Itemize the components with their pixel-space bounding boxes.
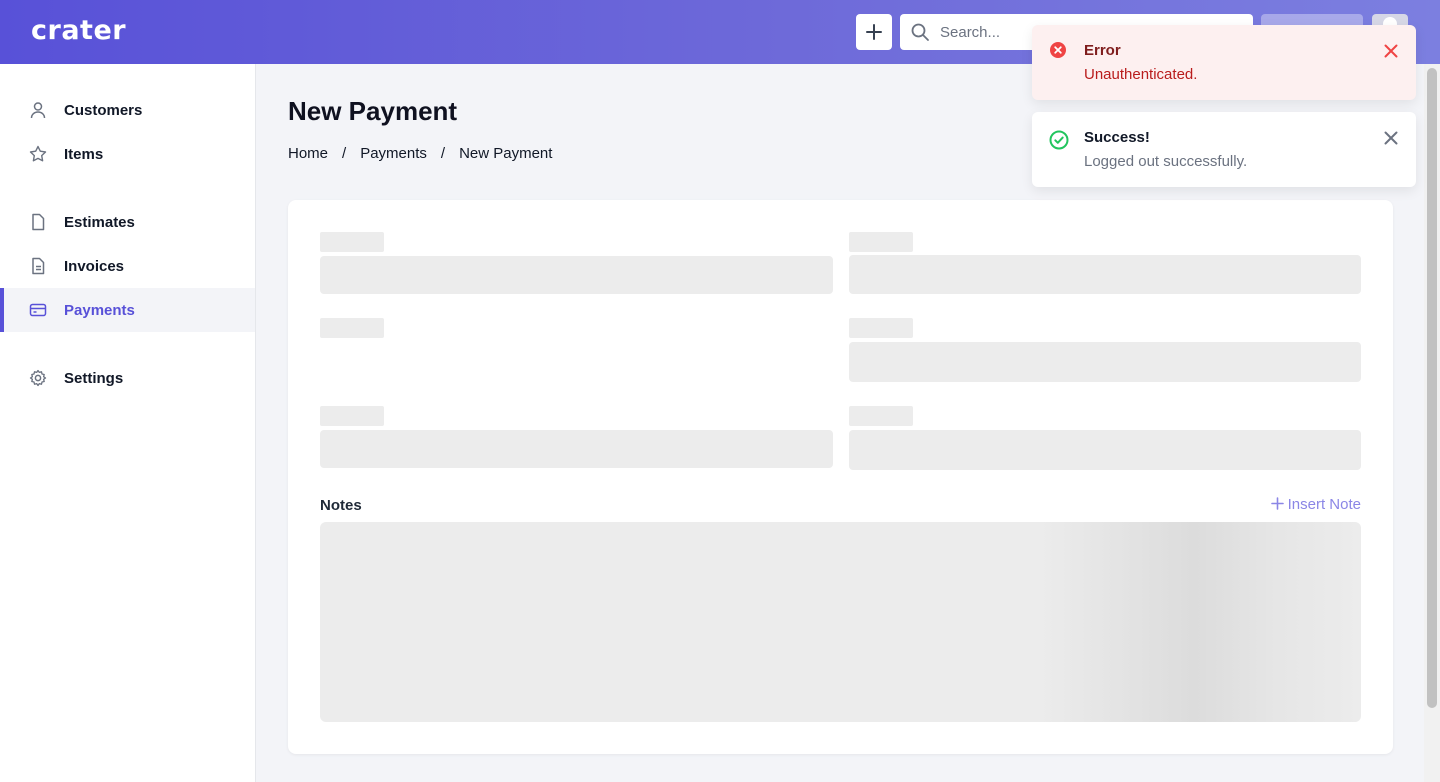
plus-icon <box>866 24 882 40</box>
sidebar-item-label: Customers <box>64 101 143 119</box>
scrollbar-thumb[interactable] <box>1427 68 1437 708</box>
toast-message: Logged out successfully. <box>1084 153 1248 170</box>
quick-add-button[interactable] <box>856 14 892 50</box>
skeleton-field <box>849 430 1361 470</box>
skeleton-label <box>849 232 913 252</box>
skeleton-label <box>320 318 384 338</box>
credit-card-icon <box>29 301 47 319</box>
document-text-icon <box>29 257 47 275</box>
breadcrumb-separator: / <box>440 145 446 162</box>
skeleton-label <box>320 232 384 252</box>
crater-logo[interactable]: crater <box>31 15 126 46</box>
user-icon <box>29 101 47 119</box>
document-icon <box>29 213 47 231</box>
search-icon <box>911 23 929 41</box>
toast-title: Error <box>1084 42 1121 59</box>
breadcrumb-separator: / <box>342 145 347 162</box>
gear-icon <box>29 369 47 387</box>
plus-icon <box>1270 494 1284 514</box>
sidebar: Customers Items Estimates Invoices Payme… <box>0 64 256 782</box>
check-circle-icon <box>1049 130 1069 155</box>
breadcrumb-payments[interactable]: Payments <box>360 145 427 162</box>
notes-editor-skeleton <box>320 522 1361 722</box>
success-toast: Success! Logged out successfully. <box>1032 112 1416 187</box>
skeleton-label <box>320 406 384 426</box>
skeleton-label <box>849 318 913 338</box>
sidebar-item-invoices[interactable]: Invoices <box>0 244 255 288</box>
x-circle-icon <box>1049 41 1067 64</box>
error-toast: Error Unauthenticated. <box>1032 25 1416 100</box>
skeleton-field <box>320 256 833 294</box>
sidebar-item-items[interactable]: Items <box>0 132 255 176</box>
sidebar-item-estimates[interactable]: Estimates <box>0 200 255 244</box>
sidebar-item-label: Payments <box>64 301 135 319</box>
star-icon <box>29 145 47 163</box>
close-icon[interactable] <box>1384 131 1398 150</box>
toast-message: Unauthenticated. <box>1084 66 1198 83</box>
skeleton-field <box>849 255 1361 294</box>
insert-note-label: Insert Note <box>1287 495 1361 513</box>
toast-title: Success! <box>1084 129 1150 146</box>
close-icon[interactable] <box>1384 44 1398 63</box>
sidebar-item-label: Items <box>64 145 104 163</box>
sidebar-item-label: Estimates <box>64 213 135 231</box>
skeleton-field <box>320 430 833 468</box>
sidebar-item-settings[interactable]: Settings <box>0 356 255 400</box>
page-scrollbar[interactable] <box>1424 64 1440 782</box>
payment-form-card: Notes Insert Note <box>288 200 1393 754</box>
sidebar-item-payments[interactable]: Payments <box>0 288 255 332</box>
sidebar-item-label: Settings <box>64 369 124 387</box>
sidebar-item-customers[interactable]: Customers <box>0 88 255 132</box>
insert-note-button[interactable]: Insert Note <box>1270 494 1361 514</box>
breadcrumb: Home / Payments / New Payment <box>288 145 552 162</box>
page-title: New Payment <box>288 96 458 126</box>
breadcrumb-home[interactable]: Home <box>288 145 328 162</box>
skeleton-label <box>849 406 913 426</box>
breadcrumb-current: New Payment <box>459 145 553 162</box>
skeleton-field <box>849 342 1361 382</box>
notes-label: Notes <box>320 497 362 514</box>
sidebar-item-label: Invoices <box>64 257 125 275</box>
